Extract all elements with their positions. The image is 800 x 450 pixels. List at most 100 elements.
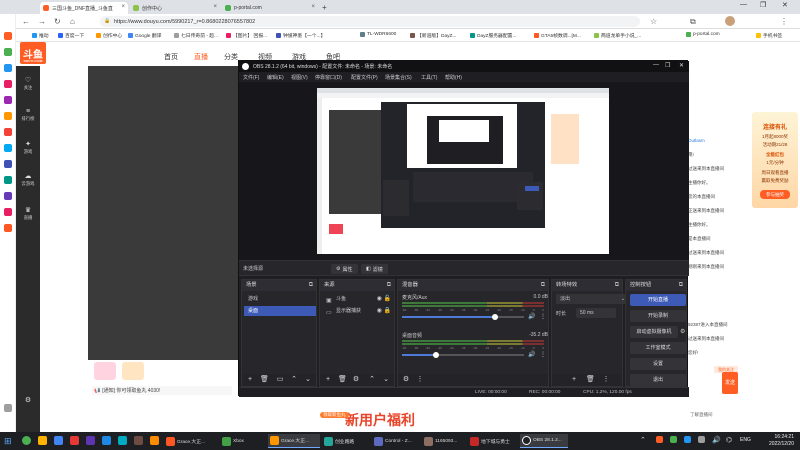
promo-ad[interactable]: 连接有礼 1月起8000奖 活动期21/28 全能红包 1元/分钟 周日观看直播… bbox=[752, 112, 798, 208]
bookmark-item[interactable]: 两道龙单手小说_... bbox=[594, 32, 641, 39]
menu-icon[interactable]: ⋮ bbox=[780, 17, 788, 26]
close-icon[interactable]: × bbox=[121, 4, 125, 10]
ad-join-button[interactable]: 参与抽奖 bbox=[760, 190, 790, 199]
menu-profile[interactable]: 配置文件(P) bbox=[351, 74, 378, 81]
menu-docks[interactable]: 停靠窗口(D) bbox=[315, 74, 342, 81]
side-item-settings[interactable]: ⚙ bbox=[16, 396, 40, 405]
tray-icon[interactable] bbox=[670, 436, 677, 443]
move-down-icon[interactable]: ⌄ bbox=[304, 376, 312, 384]
bookmark-item[interactable]: GTA5帧数调...[M... bbox=[534, 32, 581, 39]
sidebar-app-icon[interactable] bbox=[4, 176, 12, 184]
bookmark-item[interactable]: 七日传奇前 - 超... bbox=[174, 32, 218, 39]
speaker-icon[interactable]: 🔊 bbox=[528, 313, 535, 320]
app-icon[interactable] bbox=[118, 436, 127, 445]
start-recording-button[interactable]: 开始录制 bbox=[630, 310, 686, 322]
visibility-icon[interactable]: ◉ bbox=[377, 294, 382, 304]
duration-input[interactable]: 50 ms bbox=[576, 308, 616, 318]
send-button[interactable]: 发送 bbox=[722, 372, 738, 394]
settings-button[interactable]: 设置 bbox=[630, 358, 686, 370]
menu-scene-collection[interactable]: 场景集合(S) bbox=[385, 74, 412, 81]
add-icon[interactable]: + bbox=[570, 376, 578, 384]
unlock-icon[interactable]: 🔓 bbox=[384, 294, 391, 304]
taskbar-app[interactable]: 地下城与勇士 bbox=[468, 434, 518, 448]
tray-icon[interactable] bbox=[684, 436, 691, 443]
close-icon[interactable]: × bbox=[213, 4, 217, 10]
sidebar-app-icon[interactable] bbox=[4, 144, 12, 152]
sidebar-app-icon[interactable] bbox=[4, 96, 12, 104]
bookmark-item[interactable]: Google 翻译 bbox=[128, 32, 161, 39]
app-icon[interactable] bbox=[134, 436, 143, 445]
sidebar-app-icon[interactable] bbox=[4, 32, 12, 40]
move-up-icon[interactable]: ⌃ bbox=[368, 376, 376, 384]
reload-icon[interactable]: ↻ bbox=[54, 17, 61, 26]
volume-slider[interactable] bbox=[402, 352, 524, 358]
add-icon[interactable]: + bbox=[324, 376, 332, 384]
nav-home[interactable]: 首页 bbox=[164, 52, 178, 62]
star-icon[interactable]: ☆ bbox=[650, 17, 657, 26]
app-icon[interactable] bbox=[150, 436, 159, 445]
taskbar-app[interactable]: Xbox bbox=[220, 434, 264, 448]
taskbar-app[interactable]: 1165093... bbox=[422, 434, 466, 448]
virtual-camera-button[interactable]: 启动虚拟摄像机 bbox=[630, 326, 678, 338]
close-icon[interactable]: × bbox=[311, 4, 315, 10]
language-indicator[interactable]: ENG bbox=[740, 437, 751, 443]
settings-icon[interactable] bbox=[4, 404, 12, 412]
url-input[interactable]: 🔒 https://www.douyu.com/5990217_r=0.8680… bbox=[100, 16, 640, 27]
menu-help[interactable]: 帮助(H) bbox=[445, 74, 462, 81]
side-item-follow[interactable]: ♡ 关注 bbox=[16, 76, 40, 91]
exit-button[interactable]: 退出 bbox=[630, 374, 686, 386]
sidebar-app-icon[interactable] bbox=[4, 64, 12, 72]
taskbar-app[interactable]: Grace.大正... bbox=[164, 434, 216, 448]
more-icon[interactable]: ⋮ bbox=[540, 313, 546, 320]
clock[interactable]: 16:24:21 2022/12/20 bbox=[769, 434, 794, 448]
scene-filter-icon[interactable]: ▭ bbox=[276, 376, 284, 384]
scene-item[interactable]: 桌面 bbox=[244, 306, 316, 316]
back-icon[interactable]: ← bbox=[22, 17, 30, 26]
gift-icon[interactable] bbox=[94, 362, 116, 380]
app-icon[interactable] bbox=[86, 436, 95, 445]
new-tab-icon[interactable]: + bbox=[322, 3, 327, 12]
close-icon[interactable]: ✕ bbox=[679, 62, 684, 69]
sidebar-app-icon[interactable] bbox=[4, 160, 12, 168]
studio-mode-button[interactable]: 工作室模式 bbox=[630, 342, 686, 354]
undock-icon[interactable]: ⧉ bbox=[679, 280, 683, 291]
obs-preview[interactable] bbox=[239, 82, 689, 260]
app-icon[interactable] bbox=[70, 436, 79, 445]
browser-icon[interactable] bbox=[54, 436, 63, 445]
more-icon[interactable]: ⋮ bbox=[540, 351, 546, 358]
sidebar-app-icon[interactable] bbox=[4, 224, 12, 232]
source-item[interactable]: ▭ 显示器捕获 ◉ 🔒 bbox=[322, 306, 394, 316]
video-player[interactable] bbox=[88, 66, 240, 360]
tray-icon[interactable] bbox=[698, 436, 705, 443]
bookmark-item[interactable]: 百度一下 bbox=[58, 32, 84, 39]
bookmark-item[interactable]: 【新道版】DayZ... bbox=[410, 32, 456, 39]
bookmark-item[interactable]: 手机书签 bbox=[756, 32, 782, 39]
bookmark-item[interactable]: p-portal.com bbox=[686, 32, 720, 37]
bookmark-item[interactable]: 推动 bbox=[32, 32, 49, 39]
side-item-rank[interactable]: ≡ 排行榜 bbox=[16, 108, 40, 122]
avatar[interactable] bbox=[725, 16, 735, 26]
app-icon[interactable] bbox=[22, 436, 31, 445]
maximize-icon[interactable]: ❐ bbox=[665, 62, 670, 69]
minimize-icon[interactable]: — bbox=[740, 1, 747, 8]
lock-icon[interactable]: 🔒 bbox=[384, 306, 391, 316]
move-up-icon[interactable]: ⌃ bbox=[290, 376, 298, 384]
extensions-icon[interactable]: ⧉ bbox=[690, 17, 696, 27]
sidebar-app-icon[interactable] bbox=[4, 208, 12, 216]
menu-view[interactable]: 视图(V) bbox=[291, 74, 308, 81]
side-item-games[interactable]: ✦ 游戏 bbox=[16, 140, 40, 155]
network-icon[interactable]: ⌬ bbox=[726, 436, 732, 444]
folder-icon[interactable] bbox=[38, 436, 47, 445]
home-icon[interactable]: ⌂ bbox=[70, 17, 75, 26]
add-icon[interactable]: + bbox=[246, 376, 254, 384]
undock-icon[interactable]: ⧉ bbox=[615, 280, 619, 291]
tray-arrow-icon[interactable]: ⌃ bbox=[640, 436, 646, 444]
bookmark-item[interactable]: TL-WDR6600 bbox=[360, 32, 396, 37]
sidebar-app-icon[interactable] bbox=[4, 48, 12, 56]
properties-button[interactable]: ⚙ 属性 bbox=[331, 264, 358, 274]
filters-button[interactable]: ◧ 滤镜 bbox=[361, 264, 388, 274]
menu-file[interactable]: 文件(F) bbox=[243, 74, 259, 81]
room-info-link[interactable]: 了解直播间 bbox=[690, 412, 713, 418]
move-down-icon[interactable]: ⌄ bbox=[382, 376, 390, 384]
undock-icon[interactable]: ⧉ bbox=[309, 280, 313, 291]
